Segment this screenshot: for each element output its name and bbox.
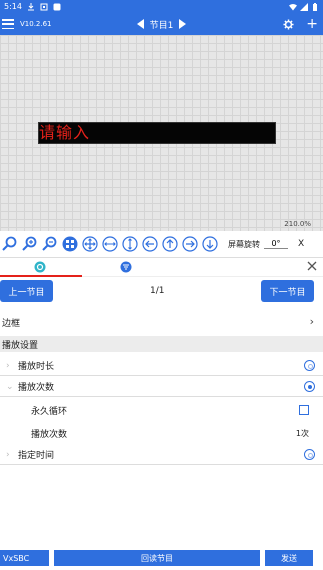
grid-icon[interactable] [62,236,78,252]
signal-icon [300,2,308,11]
status-bar: 5:14 [0,0,323,13]
wifi-icon [289,3,297,10]
expand-arrow-icon: › [6,360,10,371]
bottom-action-bar: VxSBC 回读节目 发送 [0,550,323,566]
app-notification-icon [53,3,61,10]
edit-toolbar: 屏幕旋转 X [0,233,323,255]
arrow-right-icon[interactable] [182,236,198,252]
editor-canvas[interactable]: 请输入 210.0% [0,35,323,231]
menu-icon[interactable] [2,19,14,29]
arrow-up-icon[interactable] [162,236,178,252]
battery-icon [313,2,317,11]
loop-forever-checkbox[interactable] [299,405,309,415]
toolbar-close-button[interactable]: X [298,239,304,249]
play-duration-option[interactable]: › 播放时长 [0,356,323,376]
zoom-level: 210.0% [284,220,311,228]
rotation-input[interactable] [264,239,288,249]
loop-forever-row[interactable]: 永久循环 [0,399,323,421]
move-all-icon[interactable] [82,236,98,252]
program-navigation: 上一节目 1/1 下一节目 [0,278,323,306]
next-program-arrow-icon[interactable] [179,19,187,29]
play-count-value[interactable]: 1次 [296,428,309,439]
program-title: 节目1 [149,20,174,31]
arrow-left-icon[interactable] [142,236,158,252]
next-program-button[interactable]: 下一节目 [261,280,314,302]
vxsbc-button[interactable]: VxSBC [0,550,49,566]
play-count-label: 播放次数 [31,429,68,440]
led-screen-preview[interactable]: 请输入 [38,122,276,144]
read-back-program-button[interactable]: 回读节目 [54,550,260,566]
play-settings-header: 播放设置 [0,336,323,352]
property-tabs [0,257,323,277]
expand-arrow-icon: › [6,449,10,460]
screen-rotation-label: 屏幕旋转 [228,239,260,249]
scheduled-time-option[interactable]: › 指定时间 [0,445,323,465]
stretch-horizontal-icon[interactable] [102,236,118,252]
search-icon[interactable] [2,236,18,252]
send-button[interactable]: 发送 [265,550,313,566]
zoom-in-icon[interactable] [22,236,38,252]
stretch-vertical-icon[interactable] [122,236,138,252]
chevron-right-icon: › [309,315,314,328]
tab-properties[interactable] [34,261,46,273]
play-settings-title: 播放设置 [2,340,39,351]
download-icon [27,2,34,10]
close-panel-icon[interactable] [306,260,318,272]
play-times-radio[interactable] [304,381,315,392]
active-tab-indicator [0,275,82,277]
led-text: 请输入 [39,123,91,142]
clock: 5:14 [4,2,22,11]
add-icon[interactable]: + [306,17,318,31]
loop-forever-label: 永久循环 [31,406,68,417]
arrow-down-icon[interactable] [202,236,218,252]
play-duration-radio[interactable] [304,360,315,371]
play-times-label: 播放次数 [18,383,55,393]
play-times-option[interactable]: ⌄ 播放次数 [0,377,323,397]
border-label: 边框 [2,318,21,329]
program-page-counter: 1/1 [150,286,165,296]
scheduled-time-label: 指定时间 [18,451,55,461]
app-bar: V10.2.61 节目1 + [0,13,323,35]
play-count-row[interactable]: 播放次数 1次 [0,422,323,444]
gear-icon[interactable] [283,18,294,30]
notification-icon [40,3,48,10]
play-duration-label: 播放时长 [18,362,55,372]
tab-play-settings[interactable] [120,261,132,273]
previous-program-arrow-icon[interactable] [136,19,144,29]
app-version: V10.2.61 [20,20,52,28]
border-setting-row[interactable]: 边框 › [0,311,323,333]
expand-arrow-icon: ⌄ [6,381,14,392]
scheduled-time-radio[interactable] [304,449,315,460]
zoom-out-icon[interactable] [42,236,58,252]
previous-program-button[interactable]: 上一节目 [0,280,53,302]
